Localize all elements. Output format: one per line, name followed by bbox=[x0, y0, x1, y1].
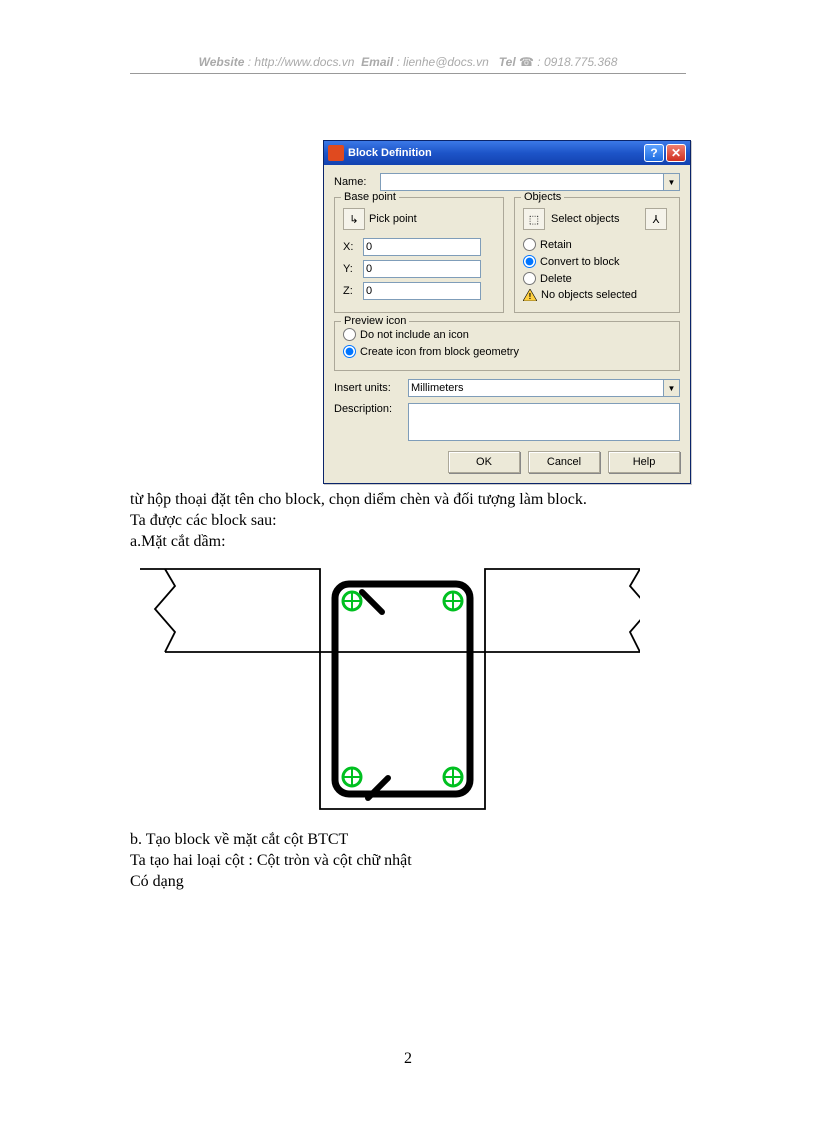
delete-radio[interactable] bbox=[523, 272, 536, 285]
convert-radio[interactable] bbox=[523, 255, 536, 268]
select-objects-label: Select objects bbox=[551, 213, 645, 225]
insert-units-dropdown-button[interactable]: ▼ bbox=[664, 379, 680, 397]
name-dropdown-button[interactable]: ▼ bbox=[664, 173, 680, 191]
email-label: Email bbox=[361, 55, 393, 69]
paragraph-5: Ta tạo hai loại cột : Cột tròn và cột ch… bbox=[130, 851, 690, 872]
tel-label: Tel bbox=[499, 55, 516, 69]
body-text: từ hộp thoại đặt tên cho block, chọn diể… bbox=[130, 490, 690, 552]
dialog-title: Block Definition bbox=[348, 147, 642, 159]
website-url: http://www.docs.vn bbox=[254, 55, 354, 69]
paragraph-1: từ hộp thoại đặt tên cho block, chọn diể… bbox=[130, 490, 690, 511]
base-point-legend: Base point bbox=[341, 191, 399, 203]
page-number: 2 bbox=[0, 1050, 816, 1068]
email-value: lienhe@docs.vn bbox=[403, 55, 489, 69]
paragraph-6: Có dạng bbox=[130, 872, 690, 893]
pick-point-icon: ↳ bbox=[349, 213, 358, 226]
paragraph-3: a.Mặt cắt dầm: bbox=[130, 532, 690, 553]
insert-units-select[interactable] bbox=[408, 379, 664, 397]
create-icon-radio[interactable] bbox=[343, 345, 356, 358]
block-definition-dialog: Block Definition ? ✕ Name: ▼ Base point … bbox=[323, 140, 691, 484]
svg-text:!: ! bbox=[529, 292, 532, 301]
paragraph-4: b. Tạo block về mặt cắt cột BTCT bbox=[130, 830, 690, 851]
phone-icon: ☎ bbox=[519, 55, 534, 69]
help-button[interactable]: ? bbox=[644, 144, 664, 162]
y-label: Y: bbox=[343, 263, 363, 275]
name-input[interactable] bbox=[380, 173, 664, 191]
pick-point-button[interactable]: ↳ bbox=[343, 208, 365, 230]
dialog-titlebar: Block Definition ? ✕ bbox=[324, 141, 690, 165]
description-textarea[interactable] bbox=[408, 403, 680, 441]
ok-button[interactable]: OK bbox=[448, 451, 520, 473]
description-label: Description: bbox=[334, 403, 408, 415]
quick-select-button[interactable]: ⅄ bbox=[645, 208, 667, 230]
page-header: Website : http://www.docs.vn Email : lie… bbox=[130, 55, 686, 74]
z-label: Z: bbox=[343, 285, 363, 297]
warning-text: No objects selected bbox=[541, 289, 637, 301]
quick-select-icon: ⅄ bbox=[653, 213, 660, 226]
tel-value: : 0918.775.368 bbox=[534, 55, 617, 69]
y-input[interactable] bbox=[363, 260, 481, 278]
retain-label: Retain bbox=[540, 239, 572, 251]
pick-point-label: Pick point bbox=[369, 213, 417, 225]
delete-label: Delete bbox=[540, 273, 572, 285]
website-label: Website bbox=[199, 55, 245, 69]
cancel-button[interactable]: Cancel bbox=[528, 451, 600, 473]
x-label: X: bbox=[343, 241, 363, 253]
beam-section-diagram bbox=[130, 554, 640, 824]
objects-legend: Objects bbox=[521, 191, 564, 203]
help-dialog-button[interactable]: Help bbox=[608, 451, 680, 473]
create-icon-label: Create icon from block geometry bbox=[360, 346, 519, 358]
x-input[interactable] bbox=[363, 238, 481, 256]
objects-fieldset: Objects ⬚ Select objects ⅄ Retain Conver… bbox=[514, 197, 680, 313]
retain-radio[interactable] bbox=[523, 238, 536, 251]
name-label: Name: bbox=[334, 176, 380, 188]
close-button[interactable]: ✕ bbox=[666, 144, 686, 162]
autocad-icon bbox=[328, 145, 344, 161]
warning-icon: ! bbox=[523, 289, 537, 301]
paragraph-2: Ta được các block sau: bbox=[130, 511, 690, 532]
chevron-down-icon: ▼ bbox=[668, 178, 676, 187]
z-input[interactable] bbox=[363, 282, 481, 300]
preview-legend: Preview icon bbox=[341, 315, 409, 327]
no-icon-label: Do not include an icon bbox=[360, 329, 469, 341]
select-objects-icon: ⬚ bbox=[529, 213, 539, 226]
insert-units-label: Insert units: bbox=[334, 382, 408, 394]
preview-icon-fieldset: Preview icon Do not include an icon Crea… bbox=[334, 321, 680, 371]
convert-label: Convert to block bbox=[540, 256, 619, 268]
chevron-down-icon: ▼ bbox=[668, 384, 676, 393]
no-icon-radio[interactable] bbox=[343, 328, 356, 341]
base-point-fieldset: Base point ↳ Pick point X: Y: Z: bbox=[334, 197, 504, 313]
body-text-2: b. Tạo block về mặt cắt cột BTCT Ta tạo … bbox=[130, 830, 690, 892]
select-objects-button[interactable]: ⬚ bbox=[523, 208, 545, 230]
